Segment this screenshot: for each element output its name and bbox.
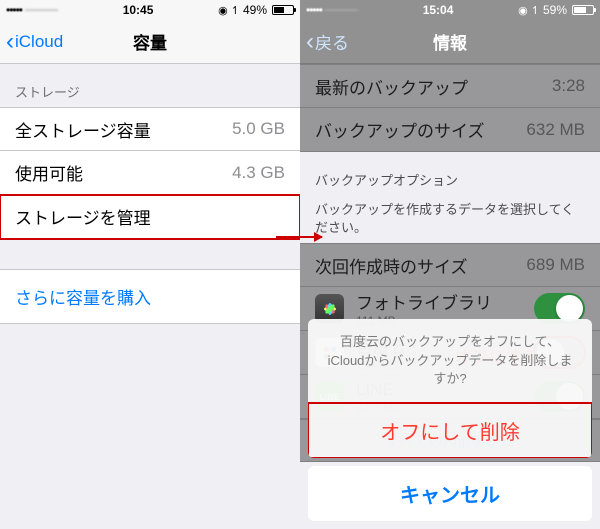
section-header-options: バックアップオプション	[300, 152, 600, 195]
page-title: 情報	[433, 29, 467, 54]
chevron-left-icon: ‹	[306, 30, 314, 54]
row-value: 632 MB	[526, 120, 585, 140]
status-time: 10:45	[123, 3, 154, 17]
section-note: バックアップを作成するデータを選択してください。	[300, 195, 600, 243]
back-label: 戻る	[315, 29, 349, 54]
page-title: 容量	[133, 29, 167, 54]
row-last-backup: 最新のバックアップ 3:28	[300, 64, 600, 108]
signal-dots-icon: •••••	[306, 3, 322, 17]
buy-more-storage-link[interactable]: さらに容量を購入	[0, 269, 300, 324]
row-total-storage: 全ストレージ容量 5.0 GB	[0, 107, 300, 151]
row-label: ストレージを管理	[15, 204, 285, 229]
back-label: iCloud	[15, 32, 63, 52]
sheet-message: 百度云のバックアップをオフにして、iCloudからバックアップデータを削除します…	[308, 319, 592, 403]
app-name: フォトライブラリ	[356, 289, 492, 314]
row-value: 5.0 GB	[232, 119, 285, 139]
chevron-left-icon: ‹	[6, 30, 14, 54]
row-label: 最新のバックアップ	[315, 74, 552, 99]
carrier-label: ———	[25, 4, 58, 16]
back-button[interactable]: ‹ 戻る	[306, 29, 349, 54]
status-bar: ••••• ——— 15:04 ◉ ↿ 59%	[300, 0, 600, 20]
row-label: バックアップのサイズ	[315, 117, 526, 142]
section-header-storage: ストレージ	[0, 64, 300, 107]
status-time: 15:04	[423, 3, 454, 17]
row-label: 使用可能	[15, 160, 232, 185]
sheet-turn-off-delete-button[interactable]: オフにして削除	[308, 403, 592, 458]
row-backup-size: バックアップのサイズ 632 MB	[300, 108, 600, 152]
row-label: 次回作成時のサイズ	[315, 253, 526, 278]
action-sheet: 百度云のバックアップをオフにして、iCloudからバックアップデータを削除します…	[308, 319, 592, 521]
carrier-label: ———	[325, 4, 358, 16]
row-value: 689 MB	[526, 255, 585, 275]
location-icon: ◉ ↿	[218, 4, 240, 17]
nav-bar: ‹ 戻る 情報	[300, 20, 600, 64]
location-icon: ◉ ↿	[518, 4, 540, 17]
row-value: 3:28	[552, 76, 585, 96]
status-bar: ••••• ——— 10:45 ◉ ↿ 49%	[0, 0, 300, 20]
row-next-backup-size: 次回作成時のサイズ 689 MB	[300, 243, 600, 287]
signal-dots-icon: •••••	[6, 3, 22, 17]
battery-icon	[572, 5, 594, 15]
row-value: 4.3 GB	[232, 163, 285, 183]
back-button[interactable]: ‹ iCloud	[6, 30, 63, 54]
nav-bar: ‹ iCloud 容量	[0, 20, 300, 64]
row-manage-storage[interactable]: ストレージを管理	[0, 195, 300, 239]
battery-percent: 49%	[243, 3, 267, 17]
screen-storage: ••••• ——— 10:45 ◉ ↿ 49% ‹ iCloud 容量 ストレー…	[0, 0, 300, 529]
annotation-arrow-icon	[276, 236, 322, 238]
battery-percent: 59%	[543, 3, 567, 17]
screen-backup-info: ••••• ——— 15:04 ◉ ↿ 59% ‹ 戻る 情報 最新のバックアッ…	[300, 0, 600, 529]
battery-icon	[272, 5, 294, 15]
sheet-cancel-button[interactable]: キャンセル	[308, 466, 592, 521]
row-label: 全ストレージ容量	[15, 117, 232, 142]
row-available: 使用可能 4.3 GB	[0, 151, 300, 195]
